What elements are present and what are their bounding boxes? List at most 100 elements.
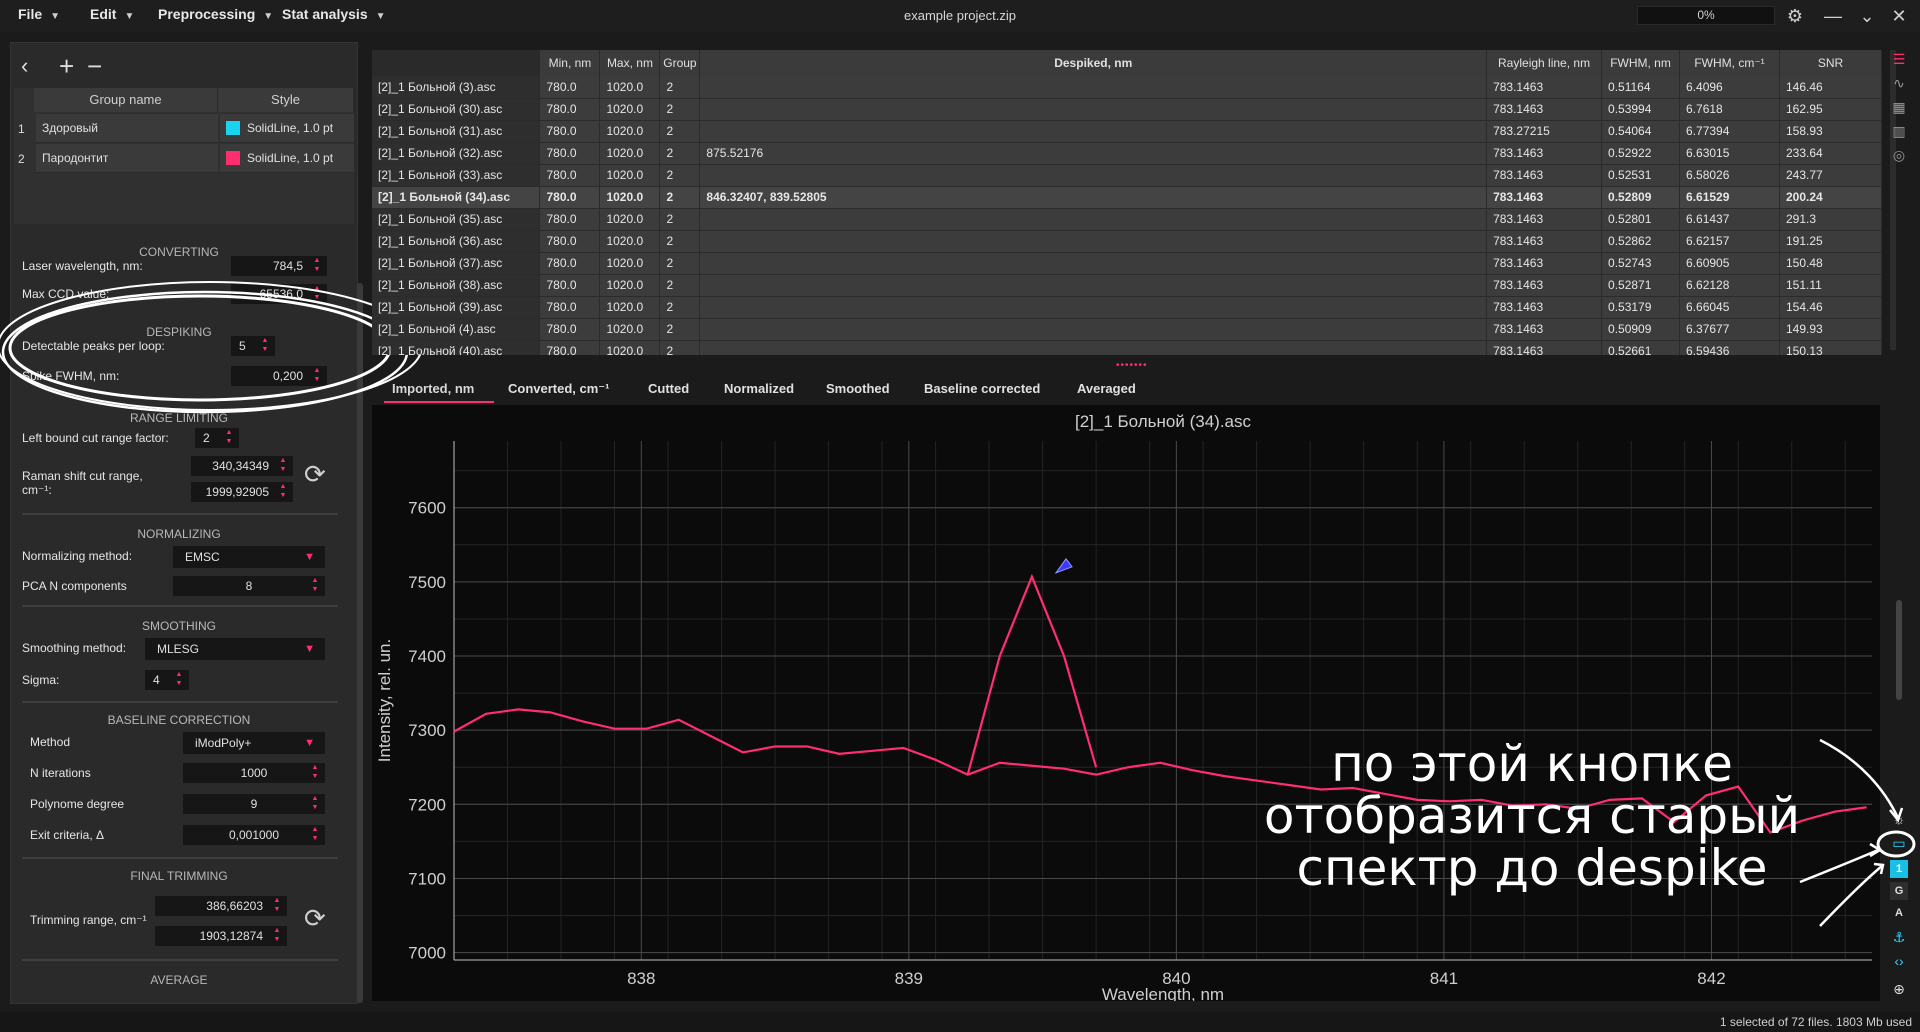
table-row[interactable]: [2]_1 Больной (3).asc 780.0 1020.0 2 783.146… xyxy=(372,76,1882,99)
file-name-cell[interactable]: [2]_1 Больной (38).asc xyxy=(372,274,541,297)
file-name-cell[interactable]: [2]_1 Больной (40).asc xyxy=(372,340,541,355)
table-cell[interactable] xyxy=(699,164,1488,187)
table-cell[interactable]: 780.0 xyxy=(539,164,601,187)
spectrum-chart[interactable]: 838 839 840 841 8427000710072007300740075007… xyxy=(372,405,1880,1004)
tab-baseline-corrected[interactable]: Baseline corrected xyxy=(924,381,1040,396)
table-cell[interactable]: 6.37677 xyxy=(1679,318,1780,341)
table-cell[interactable]: 783.1463 xyxy=(1486,318,1603,341)
table-row[interactable]: [2]_1 Больной (30).asc 780.0 1020.0 2 783.14… xyxy=(372,98,1882,121)
tab-cutted[interactable]: Cutted xyxy=(648,381,689,396)
table-cell[interactable]: 6.58026 xyxy=(1679,164,1780,187)
table-cell[interactable]: 0.52801 xyxy=(1601,208,1681,231)
table-row[interactable]: [2]_1 Больной (35).asc 780.0 1020.0 2 783.14… xyxy=(372,208,1882,231)
file-name-cell[interactable]: [2]_1 Больной (34).asc xyxy=(372,186,541,209)
table-cell[interactable]: 6.77394 xyxy=(1679,120,1780,143)
column-header[interactable]: Group xyxy=(659,50,701,76)
table-cell[interactable]: 783.1463 xyxy=(1486,274,1603,297)
spin-arrows-icon[interactable]: ▲ ▼ xyxy=(173,670,185,690)
table-row[interactable]: [2]_1 Больной (33).asc 780.0 1020.0 2 783.14… xyxy=(372,164,1882,187)
close-icon[interactable]: ✕ xyxy=(1886,3,1912,29)
pca-components-input[interactable]: 8 ▲ ▼ xyxy=(172,575,326,597)
table-cell[interactable]: 6.60905 xyxy=(1679,252,1780,275)
table-cell[interactable]: 6.59436 xyxy=(1679,340,1780,355)
file-name-cell[interactable]: [2]_1 Больной (3).asc xyxy=(372,76,541,99)
table-cell[interactable]: 150.48 xyxy=(1779,252,1882,275)
normalizing-method-select[interactable]: EMSC ▼ xyxy=(172,545,326,569)
file-name-cell[interactable]: [2]_1 Больной (30).asc xyxy=(372,98,541,121)
spin-arrows-icon[interactable]: ▲ ▼ xyxy=(311,256,323,276)
table-cell[interactable]: 2 xyxy=(659,208,701,231)
table-cell[interactable]: 780.0 xyxy=(539,274,601,297)
table-cell[interactable]: 149.93 xyxy=(1779,318,1882,341)
back-arrow-icon[interactable]: ‹ xyxy=(21,51,28,81)
table-cell[interactable]: 1020.0 xyxy=(599,318,661,341)
table-cell[interactable] xyxy=(699,340,1488,355)
spin-arrows-icon[interactable]: ▲ ▼ xyxy=(309,825,321,845)
spin-arrows-icon[interactable]: ▲ ▼ xyxy=(277,482,289,502)
table-cell[interactable]: 233.64 xyxy=(1779,142,1882,165)
table-cell[interactable]: 6.4096 xyxy=(1679,76,1780,99)
tab-normalized[interactable]: Normalized xyxy=(724,381,794,396)
table-cell[interactable]: 162.95 xyxy=(1779,98,1882,121)
file-name-cell[interactable]: [2]_1 Больной (37).asc xyxy=(372,252,541,275)
table-cell[interactable] xyxy=(699,252,1488,275)
column-header[interactable]: Max, nm xyxy=(599,50,661,76)
table-cell[interactable]: 2 xyxy=(659,120,701,143)
table-cell[interactable]: 780.0 xyxy=(539,252,601,275)
bar-chart-icon[interactable]: ▥ xyxy=(1888,120,1910,142)
table-cell[interactable]: 2 xyxy=(659,164,701,187)
table-cell[interactable]: 6.62128 xyxy=(1679,274,1780,297)
smoothing-method-select[interactable]: MLESG ▼ xyxy=(144,637,326,661)
table-cell[interactable]: 1020.0 xyxy=(599,142,661,165)
table-cell[interactable]: 1020.0 xyxy=(599,208,661,231)
table-cell[interactable]: 146.46 xyxy=(1779,76,1882,99)
table-cell[interactable]: 0.54064 xyxy=(1601,120,1681,143)
table-row[interactable]: [2]_1 Больной (38).asc 780.0 1020.0 2 783.14… xyxy=(372,274,1882,297)
trim-to-input[interactable]: 1903,12874 ▲ ▼ xyxy=(154,925,288,947)
code-icon[interactable]: ‹› xyxy=(1888,950,1910,972)
table-cell[interactable]: 1020.0 xyxy=(599,98,661,121)
table-cell[interactable]: 1020.0 xyxy=(599,274,661,297)
gear-icon[interactable]: ⚙ xyxy=(1782,3,1808,29)
menu-preprocessing[interactable]: Preprocessing ▼ xyxy=(158,6,273,22)
crosshair-icon[interactable]: ⊕ xyxy=(1888,978,1910,1000)
exit-criteria-input[interactable]: 0,001000 ▲ ▼ xyxy=(182,824,326,846)
spin-arrows-icon[interactable]: ▲ ▼ xyxy=(271,926,283,946)
table-cell[interactable] xyxy=(699,208,1488,231)
menu-file[interactable]: File ▼ xyxy=(18,6,60,22)
table-cell[interactable]: 2 xyxy=(659,76,701,99)
raman-to-input[interactable]: 1999,92905 ▲ ▼ xyxy=(190,481,294,503)
table-cell[interactable]: 6.7618 xyxy=(1679,98,1780,121)
tab-converted[interactable]: Converted, cm⁻¹ xyxy=(508,381,610,397)
table-cell[interactable]: 780.0 xyxy=(539,208,601,231)
column-header[interactable]: Min, nm xyxy=(539,50,601,76)
table-cell[interactable]: 150.13 xyxy=(1779,340,1882,355)
file-name-cell[interactable]: [2]_1 Больной (35).asc xyxy=(372,208,541,231)
table-cell[interactable]: 780.0 xyxy=(539,76,601,99)
table-cell[interactable]: 200.24 xyxy=(1779,186,1882,209)
table-cell[interactable] xyxy=(699,230,1488,253)
table-cell[interactable] xyxy=(699,296,1488,319)
table-cell[interactable] xyxy=(699,98,1488,121)
table-cell[interactable]: 2 xyxy=(659,142,701,165)
table-cell[interactable]: 1020.0 xyxy=(599,296,661,319)
table-cell[interactable]: 780.0 xyxy=(539,142,601,165)
column-header[interactable]: SNR xyxy=(1779,50,1882,76)
table-cell[interactable]: 780.0 xyxy=(539,230,601,253)
column-header[interactable]: FWHM, cm⁻¹ xyxy=(1679,50,1780,76)
table-cell[interactable]: 291.3 xyxy=(1779,208,1882,231)
laser-wavelength-input[interactable]: 784,5 ▲ ▼ xyxy=(230,255,328,277)
table-row[interactable]: [2]_1 Больной (31).asc 780.0 1020.0 2 783.27… xyxy=(372,120,1882,143)
table-cell[interactable]: 1020.0 xyxy=(599,340,661,355)
refresh-icon[interactable]: ⟳ xyxy=(304,903,326,934)
table-cell[interactable]: 780.0 xyxy=(539,98,601,121)
table-cell[interactable]: 783.1463 xyxy=(1486,296,1603,319)
group-style[interactable]: SolidLine, 1.0 pt xyxy=(220,114,354,143)
group-style[interactable]: SolidLine, 1.0 pt xyxy=(220,144,354,173)
table-cell[interactable] xyxy=(699,120,1488,143)
table-cell[interactable]: 783.1463 xyxy=(1486,164,1603,187)
table-cell[interactable]: 2 xyxy=(659,318,701,341)
group-name[interactable]: Пародонтит xyxy=(36,144,218,173)
refresh-icon[interactable]: ⟳ xyxy=(304,459,326,490)
table-cell[interactable]: 6.62157 xyxy=(1679,230,1780,253)
